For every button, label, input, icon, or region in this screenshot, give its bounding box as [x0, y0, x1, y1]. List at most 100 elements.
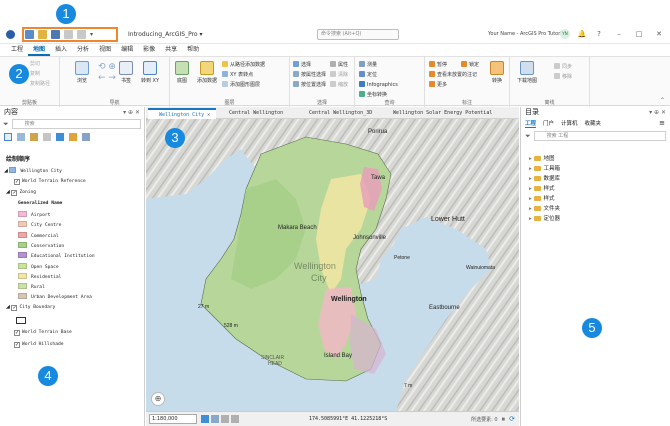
catalog-tab-computer[interactable]: 计算机 [561, 119, 578, 127]
tab-edit[interactable]: 编辑 [116, 44, 138, 56]
expand-chevron-icon[interactable]: ▸ [529, 196, 534, 202]
remove-button[interactable]: 移除 [554, 73, 572, 80]
tab-share[interactable]: 共享 [160, 44, 182, 56]
minimize-icon[interactable]: – [614, 29, 624, 39]
coordinate-conversion-button[interactable]: 坐标转换 [359, 91, 387, 98]
avatar[interactable]: YN [560, 29, 570, 39]
pane-options-icon[interactable]: ▾ ⊕ ✕ [123, 107, 140, 118]
list-by-drawing-order-icon[interactable] [4, 133, 12, 141]
layer-terrain-base[interactable]: ✓ World Terrain Base [14, 329, 72, 336]
catalog-menu-icon[interactable]: ≡ [659, 119, 665, 127]
catalog-item[interactable]: ▸ 地图 [529, 154, 555, 162]
checkbox-icon[interactable]: ✓ [14, 342, 20, 348]
refresh-icon[interactable]: ⟳ [509, 415, 515, 423]
collapse-ribbon-icon[interactable]: ⌃ [660, 97, 665, 104]
tab-central-wellington[interactable]: Central Wellington [218, 108, 296, 119]
user-name[interactable]: Your Name - ArcGIS Pro Tutorials [488, 31, 569, 37]
list-by-source-icon[interactable] [17, 133, 25, 141]
map-view[interactable]: Porirua Tawa Lower Hutt Makara Beach Joh… [146, 119, 519, 411]
project-name[interactable]: Introducing_ArcGIS_Pro ▾ [128, 31, 203, 38]
catalog-tab-favorites[interactable]: 收藏夹 [585, 119, 602, 127]
tab-map[interactable]: 地图 [28, 44, 51, 56]
measure-button[interactable]: 测量 [359, 61, 377, 68]
snapping-icon[interactable] [221, 415, 229, 423]
list-by-snapping-icon[interactable] [56, 133, 64, 141]
catalog-item[interactable]: ▸ 工具箱 [529, 164, 560, 172]
contents-search-input[interactable]: 搜索 [11, 119, 141, 129]
expand-chevron-icon[interactable]: ▸ [529, 176, 534, 182]
list-by-selection-icon[interactable] [30, 133, 38, 141]
attributes-button[interactable]: 属性 [330, 61, 348, 68]
select-by-location-button[interactable]: 按位置选择 [293, 81, 326, 88]
pane-options-icon[interactable]: ▾ ⊕ ✕ [649, 107, 666, 118]
layer-city-boundary[interactable]: ◢ ✓ City Boundary [6, 304, 55, 311]
sync-button[interactable]: 同步 [554, 63, 572, 70]
grid-icon[interactable] [231, 415, 239, 423]
checkbox-icon[interactable]: ✓ [14, 330, 20, 336]
expand-chevron-icon[interactable]: ▸ [529, 166, 534, 172]
tab-central-wellington-3d[interactable]: Central Wellington_3D [298, 108, 380, 119]
tab-help[interactable]: 帮助 [182, 44, 204, 56]
catalog-tab-project[interactable]: 工程 [525, 119, 537, 128]
list-by-perspective-icon[interactable] [82, 133, 90, 141]
list-by-editing-icon[interactable] [43, 133, 51, 141]
catalog-search-input[interactable]: 搜索 工程 [533, 131, 666, 141]
catalog-item[interactable]: ▸ 数据库 [529, 174, 560, 182]
expand-chevron-icon[interactable]: ▸ [529, 186, 534, 192]
maximize-icon[interactable]: □ [634, 29, 644, 39]
command-search-input[interactable]: 命令搜索 (Alt+Q) [317, 29, 399, 40]
xy-table-to-point-button[interactable]: XY 表转点 [222, 71, 253, 78]
add-data-button[interactable]: 添加数据 [195, 61, 219, 84]
full-extent-icon[interactable] [211, 415, 219, 423]
expand-chevron-icon[interactable]: ▸ [529, 156, 534, 162]
navigator-icon[interactable]: ⊕ [151, 392, 165, 406]
convert-button[interactable]: 转换 [487, 61, 507, 84]
filter-icon[interactable]: ⏷ [525, 132, 531, 141]
bookmarks-button[interactable]: 书签 [116, 61, 136, 84]
checkbox-icon[interactable]: ✓ [11, 305, 18, 311]
map-canvas[interactable]: Porirua Tawa Lower Hutt Makara Beach Joh… [146, 119, 519, 411]
add-graphics-layer-button[interactable]: 添加图形图层 [222, 81, 260, 88]
pause-button[interactable]: 暂停 [429, 61, 447, 68]
infographics-button[interactable]: Infographics [359, 81, 398, 88]
tab-imagery[interactable]: 影像 [138, 44, 160, 56]
catalog-item[interactable]: ▸ 样式 [529, 184, 555, 192]
view-unplaced-button[interactable]: 查看未放置的注记 [429, 71, 477, 78]
expand-chevron-icon[interactable]: ▸ [529, 216, 534, 222]
filter-icon[interactable]: ⏷ [3, 120, 9, 129]
pause-drawing-icon[interactable]: ⏸ [502, 415, 506, 424]
tab-wellington-city[interactable]: Wellington City ✕ [148, 108, 216, 119]
catalog-item[interactable]: ▸ 文件夹 [529, 204, 560, 212]
close-tab-icon[interactable]: ✕ [207, 112, 210, 118]
notifications-icon[interactable]: 🔔 [577, 29, 587, 39]
clear-button[interactable]: 清除 [330, 71, 348, 78]
download-map-button[interactable]: 下载地图 [516, 61, 538, 84]
layer-terrain-reference[interactable]: ✓ World Terrain Reference [14, 178, 86, 185]
explore-button[interactable]: 浏览 [72, 61, 92, 84]
close-icon[interactable]: ✕ [654, 29, 664, 39]
tab-insert[interactable]: 插入 [50, 44, 72, 56]
catalog-item[interactable]: ▸ 样式 [529, 194, 555, 202]
copy-path-button[interactable]: 复制路径 [30, 80, 50, 87]
layer-hillshade[interactable]: ✓ World Hillshade [14, 341, 64, 348]
expand-chevron-icon[interactable]: ▸ [529, 206, 534, 212]
tab-analysis[interactable]: 分析 [72, 44, 94, 56]
select-button[interactable]: 选择 [293, 61, 311, 68]
tab-solar-energy[interactable]: Wellington Solar Energy Potential [382, 108, 512, 119]
layer-zoning[interactable]: ◢ ✓ Zoning [6, 189, 36, 196]
tab-project[interactable]: 工程 [6, 44, 28, 56]
catalog-tab-portal[interactable]: 门户 [543, 119, 554, 127]
select-by-attributes-button[interactable]: 按属性选择 [293, 71, 326, 78]
scale-selector[interactable]: 1:180,000 [149, 414, 197, 424]
lock-button[interactable]: 锁定 [461, 61, 479, 68]
fixed-zoom-icon[interactable] [201, 415, 209, 423]
list-by-labeling-icon[interactable] [69, 133, 77, 141]
goto-xy-button[interactable]: 转到 XY [140, 61, 160, 84]
checkbox-icon[interactable]: ✓ [14, 179, 20, 185]
checkbox-icon[interactable]: ✓ [11, 190, 18, 196]
more-button[interactable]: 更多 [429, 81, 447, 88]
map-node[interactable]: ◢ Wellington City [4, 167, 62, 175]
catalog-item[interactable]: ▸ 定位器 [529, 214, 560, 222]
cut-button[interactable]: 剪切 [30, 60, 40, 67]
add-data-from-path-button[interactable]: 从路径添加数据 [222, 61, 265, 68]
